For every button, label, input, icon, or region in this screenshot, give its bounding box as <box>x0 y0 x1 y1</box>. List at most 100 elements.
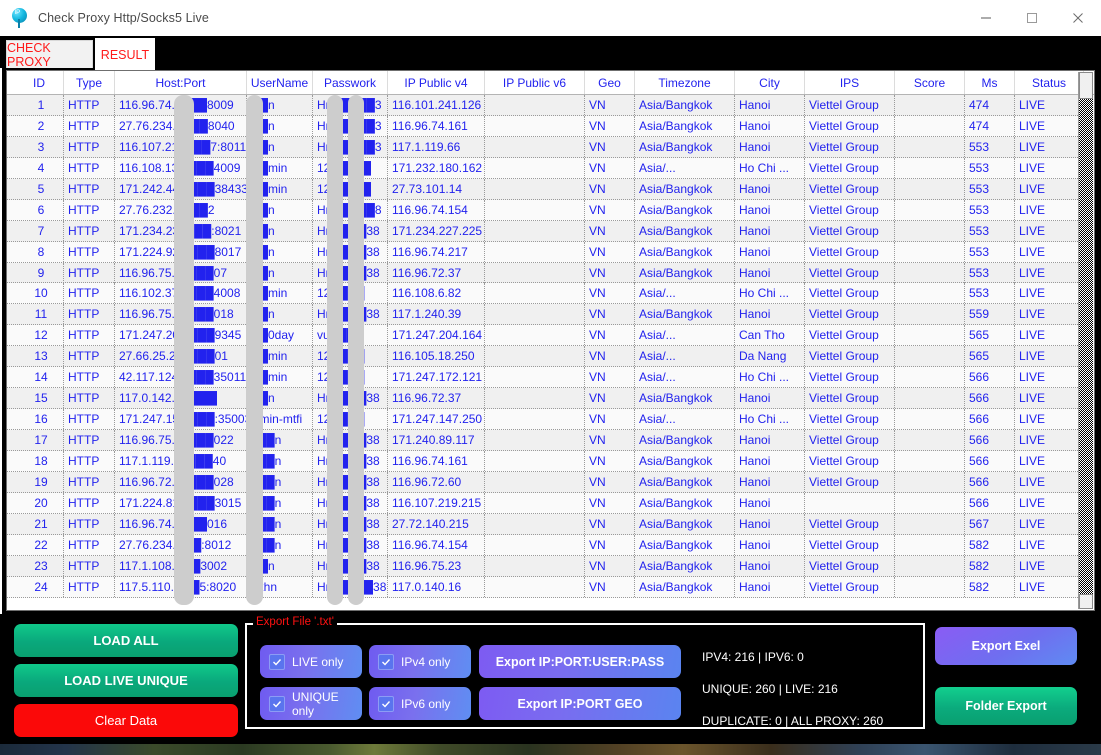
cell-timezone: Asia/Bangkok <box>635 136 735 157</box>
checkbox-ipv6-only[interactable]: IPv6 only <box>369 687 471 720</box>
table-row[interactable]: 6 HTTP 27.76.232.2███2 ██n Hn█████8 116.96.74… <box>7 199 1078 221</box>
export-ip-port-user-pass-button[interactable]: Export IP:PORT:USER:PASS <box>479 645 681 678</box>
table-row[interactable]: 14 HTTP 42.117.124.1███35011 ██min 12████ 171… <box>7 367 1078 389</box>
cell-ms: 566 <box>965 409 1015 430</box>
checkbox-ipv4-only[interactable]: IPv4 only <box>369 645 471 678</box>
cell-ipv6 <box>485 513 585 534</box>
cell-ipv4: 116.107.219.215 <box>388 492 485 513</box>
cell-host: 27.76.232.2███2 <box>115 199 247 220</box>
column-header-geo[interactable]: Geo <box>585 71 635 94</box>
cell-type: HTTP <box>64 304 115 325</box>
cell-ipv6 <box>485 346 585 367</box>
table-row[interactable]: 24 HTTP 117.5.110.███5:8020 pxhn Hne████38 11… <box>7 576 1078 598</box>
window-title: Check Proxy Http/Socks5 Live <box>38 11 209 25</box>
grid-vertical-scrollbar[interactable] <box>1078 72 1093 609</box>
clear-data-button[interactable]: Clear Data <box>14 704 238 737</box>
column-header-id[interactable]: ID <box>15 71 64 94</box>
cell-status: LIVE <box>1019 139 1046 154</box>
cell-id: 3 <box>15 136 64 157</box>
load-live-unique-button[interactable]: LOAD LIVE UNIQUE <box>14 664 238 697</box>
cell-timezone: Asia/Bangkok <box>635 492 735 513</box>
cell-ipv4: 116.96.72.60 <box>388 471 485 492</box>
table-row[interactable]: 2 HTTP 27.76.234.1███8040 ██n Hn█████3 116.96… <box>7 115 1078 137</box>
column-header-score[interactable]: Score <box>895 71 965 94</box>
scrollbar-down-arrow[interactable] <box>1079 594 1093 609</box>
cell-status: LIVE <box>1019 160 1046 175</box>
cell-user: ██n <box>247 95 313 115</box>
export-exel-button[interactable]: Export Exel <box>935 627 1077 665</box>
checkmark-icon <box>269 695 285 712</box>
close-icon[interactable] <box>1055 0 1101 36</box>
minimize-icon[interactable] <box>963 0 1009 36</box>
checkbox-live-only[interactable]: LIVE only <box>260 645 362 678</box>
cell-status: LIVE <box>1019 328 1046 343</box>
column-header-user[interactable]: UserName <box>247 71 313 94</box>
cell-timezone: Asia/Bangkok <box>635 430 735 450</box>
checkbox-live-only-label: LIVE only <box>292 654 344 669</box>
cell-ms: 474 <box>965 115 1015 136</box>
cell-type: HTTP <box>64 136 115 157</box>
table-row[interactable]: 16 HTTP 171.247.152.███:35003 █min-mtfi 12██… <box>7 409 1078 430</box>
table-row[interactable]: 21 HTTP 116.96.74.1███016 p██n Hn████38 27.72… <box>7 513 1078 535</box>
cell-pass: Hn████38 <box>313 388 388 409</box>
tab-result[interactable]: RESULT <box>95 38 155 70</box>
load-all-button[interactable]: LOAD ALL <box>14 624 238 657</box>
table-row[interactable]: 1 HTTP 116.96.74.1███8009 ██n Hn█████3 116.10… <box>7 95 1078 116</box>
cell-timezone: Asia/... <box>635 325 735 346</box>
table-row[interactable]: 11 HTTP 116.96.75.22███018 ██n Hn████38 117.1… <box>7 304 1078 326</box>
column-header-host[interactable]: Host:Port <box>115 71 247 94</box>
export-ip-port-geo-button[interactable]: Export IP:PORT GEO <box>479 687 681 720</box>
cell-id: 24 <box>15 576 64 597</box>
cell-id: 20 <box>15 492 64 513</box>
table-row[interactable]: 4 HTTP 116.108.13.1███4009 ██min 123████ 171.… <box>7 157 1078 179</box>
cell-ipv6 <box>485 178 585 199</box>
table-row[interactable]: 13 HTTP 27.66.25.247███01 ██min 12████ 116.10… <box>7 346 1078 368</box>
cell-user: ██min <box>247 367 313 388</box>
stat-ipv4-ipv6: IPV4: 216 | IPV6: 0 <box>702 650 804 664</box>
cell-geo: VN <box>585 388 635 409</box>
table-row[interactable]: 15 HTTP 117.0.142.6:8███ ██n Hn████38 116.96.… <box>7 388 1078 410</box>
scrollbar-thumb[interactable] <box>1079 72 1093 99</box>
column-header-type[interactable]: Type <box>64 71 115 94</box>
table-row[interactable]: 12 HTTP 171.247.204.███9345 ██0day vu████ 171… <box>7 325 1078 347</box>
table-row[interactable]: 7 HTTP 171.234.230███:8021 ██n Hn████38 171.2… <box>7 220 1078 242</box>
cell-ipv4: 171.247.172.121 <box>388 367 485 388</box>
table-row[interactable]: 9 HTTP 116.96.75.55███07 ██n Hn████38 116.96.… <box>7 262 1078 284</box>
table-row[interactable]: 19 HTTP 116.96.72.15███028 p██n Hn████38 116.… <box>7 471 1078 493</box>
cell-id: 4 <box>15 157 64 178</box>
cell-pass: Hn████38 <box>313 430 388 450</box>
cell-city: Hanoi <box>735 450 805 471</box>
cell-ipv6 <box>485 492 585 513</box>
checkbox-unique-only[interactable]: UNIQUE only <box>260 687 362 720</box>
table-row[interactable]: 20 HTTP 171.224.81.1███3015 p██n Hn████38 116… <box>7 492 1078 514</box>
export-button-group: Export Exel Folder Export <box>935 627 1077 747</box>
cell-ipv4: 171.232.180.162 <box>388 157 485 178</box>
folder-export-label: Folder Export <box>965 699 1047 713</box>
table-row[interactable]: 17 HTTP 116.96.75.22███022 p██n Hn████38 171.… <box>7 430 1078 451</box>
tab-check-proxy[interactable]: CHECK PROXY <box>6 40 93 69</box>
grid-body[interactable]: 1 HTTP 116.96.74.1███8009 ██n Hn█████3 116.10… <box>7 95 1078 610</box>
proxy-results-grid[interactable]: ID Type Host:Port UserName Passwork IP Public… <box>6 70 1095 611</box>
column-header-pass[interactable]: Passwork <box>313 71 388 94</box>
table-row[interactable]: 8 HTTP 171.224.92.1███8017 ██n Hn████38 116.9… <box>7 241 1078 263</box>
table-row[interactable]: 23 HTTP 117.1.108.███3002 ██n Hn████38 116.96… <box>7 555 1078 577</box>
column-header-ipv4[interactable]: IP Public v4 <box>388 71 485 94</box>
cell-status: LIVE <box>1019 453 1046 468</box>
table-row[interactable]: 18 HTTP 117.1.119.66███40 p██n Hn████38 116.9… <box>7 450 1078 472</box>
column-header-ipv6[interactable]: IP Public v6 <box>485 71 585 94</box>
cell-geo: VN <box>585 199 635 220</box>
cell-ipv4: 171.234.227.225 <box>388 220 485 241</box>
table-row[interactable]: 10 HTTP 116.102.37.1███4008 ██min 12████ 116.… <box>7 283 1078 305</box>
folder-export-button[interactable]: Folder Export <box>935 687 1077 725</box>
maximize-icon[interactable] <box>1009 0 1055 36</box>
column-header-timezone[interactable]: Timezone <box>635 71 735 94</box>
column-header-status[interactable]: Status <box>1015 71 1084 94</box>
cell-ms: 474 <box>965 95 1015 115</box>
column-header-city[interactable]: City <box>735 71 805 94</box>
table-row[interactable]: 22 HTTP 27.76.234.███:8012 p██n Hn████38 116.… <box>7 534 1078 556</box>
column-header-ms[interactable]: Ms <box>965 71 1015 94</box>
table-row[interactable]: 3 HTTP 116.107.219███7:8011 ██n Hn█████3 117.… <box>7 136 1078 158</box>
cell-user: ██n <box>247 199 313 220</box>
table-row[interactable]: 5 HTTP 171.242.44.1███38433 ██min 123████ 27.… <box>7 178 1078 200</box>
column-header-ips[interactable]: IPS <box>805 71 895 94</box>
